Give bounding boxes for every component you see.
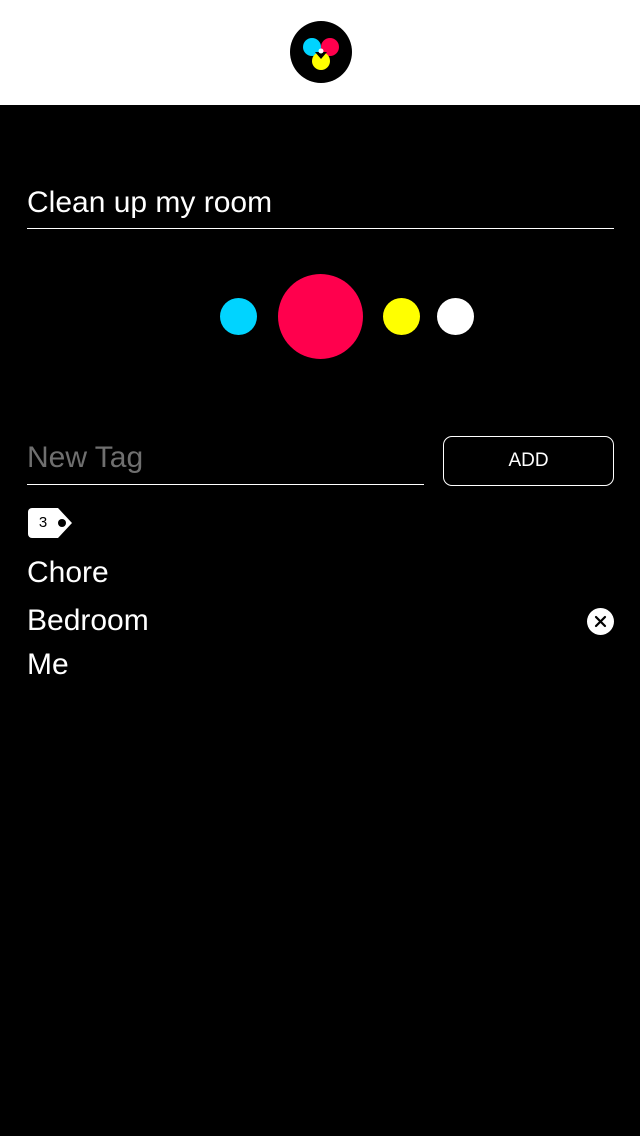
tag-item-me[interactable]: Me (27, 647, 69, 683)
add-tag-button[interactable]: ADD (443, 436, 614, 486)
tag-item-chore[interactable]: Chore (27, 555, 109, 591)
tag-count-badge: 3 (27, 507, 73, 539)
color-swatch-cyan[interactable] (220, 298, 257, 335)
task-title-input[interactable] (27, 178, 614, 229)
cmy-circles-logo-icon[interactable] (290, 21, 352, 83)
tag-item-bedroom[interactable]: Bedroom (27, 603, 149, 639)
color-swatch-magenta-selected[interactable] (278, 274, 363, 359)
tag-count: 3 (38, 514, 48, 531)
color-swatch-white[interactable] (437, 298, 474, 335)
header-bar (0, 0, 640, 105)
remove-tag-button[interactable] (587, 608, 614, 635)
tag-editor-screen: ADD 3 Chore Bedroom Me (0, 0, 640, 1136)
color-swatch-yellow[interactable] (383, 298, 420, 335)
new-tag-input[interactable] (27, 432, 424, 485)
close-icon (594, 615, 607, 628)
